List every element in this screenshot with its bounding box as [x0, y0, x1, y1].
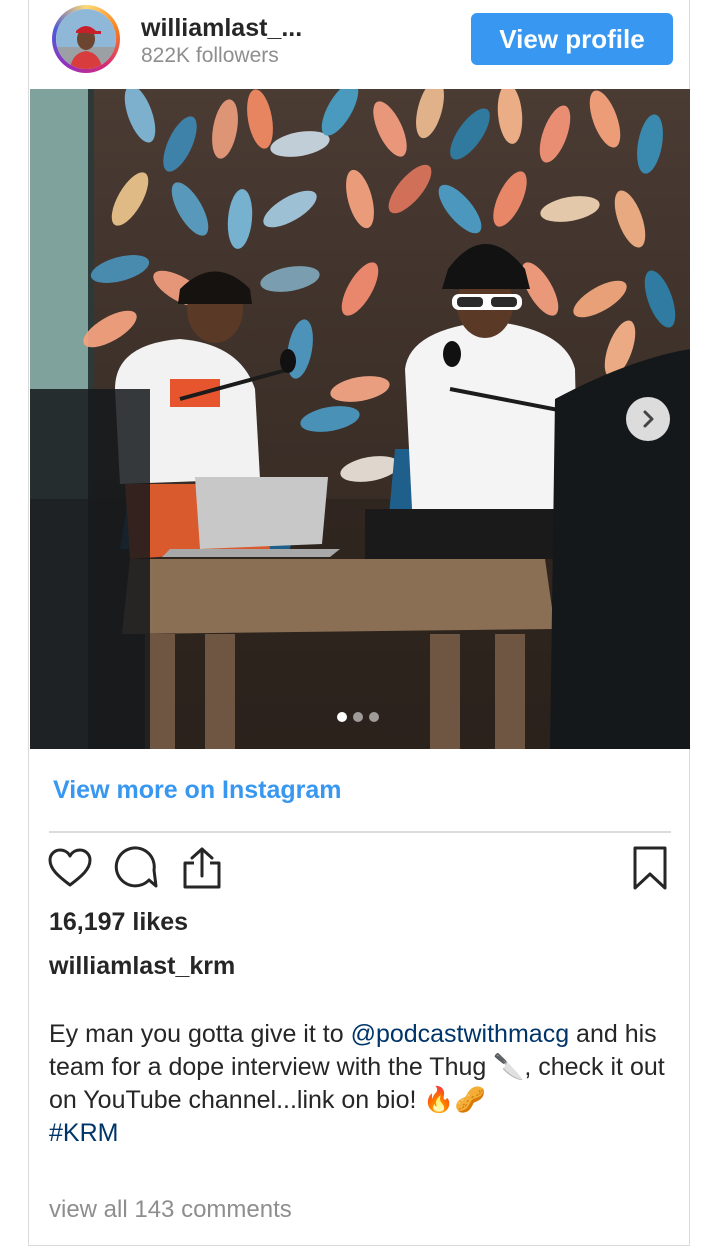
caption-text: Ey man you gotta give it to [49, 1020, 351, 1048]
comment-icon [114, 845, 158, 895]
view-profile-button[interactable]: View profile [471, 13, 673, 65]
carousel-dot-active [337, 712, 347, 722]
bookmark-icon [632, 845, 668, 896]
hashtag-link[interactable]: #KRM [49, 1119, 118, 1147]
like-button[interactable] [47, 846, 93, 894]
avatar-image [56, 9, 116, 69]
share-button[interactable] [179, 846, 225, 894]
view-comments-link[interactable]: view all 143 comments [49, 1196, 292, 1224]
like-count: 16,197 likes [49, 908, 189, 936]
carousel-next-button[interactable] [626, 397, 670, 441]
carousel-indicator [337, 712, 379, 722]
divider [49, 831, 671, 833]
caption-username[interactable]: williamlast_krm [49, 952, 235, 981]
post-caption: Ey man you gotta give it to @podcastwith… [49, 1018, 679, 1150]
instagram-embed-card: williamlast_... 822K followers View prof… [28, 0, 690, 1246]
comment-button[interactable] [113, 845, 159, 895]
carousel-dot [369, 712, 379, 722]
chevron-right-icon [638, 409, 658, 429]
post-photo[interactable] [30, 89, 690, 749]
share-icon [181, 846, 223, 895]
follower-count: 822K followers [141, 44, 279, 67]
heart-icon [48, 848, 92, 893]
post-header: williamlast_... 822K followers View prof… [29, 0, 689, 88]
avatar[interactable] [52, 5, 120, 73]
save-button[interactable] [627, 846, 673, 894]
carousel-dot [353, 712, 363, 722]
username[interactable]: williamlast_... [141, 14, 302, 43]
view-more-link[interactable]: View more on Instagram [53, 776, 342, 805]
mention-link[interactable]: @podcastwithmacg [351, 1020, 570, 1048]
